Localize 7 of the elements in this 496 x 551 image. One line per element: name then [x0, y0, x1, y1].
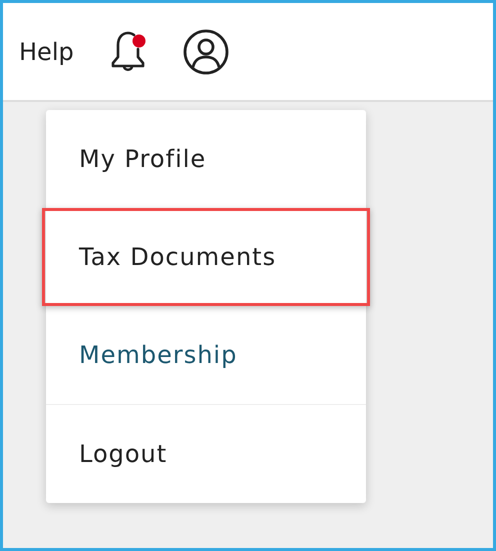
menu-item[interactable]: Membership: [46, 306, 366, 404]
menu-item[interactable]: Logout: [46, 405, 366, 503]
menu-item[interactable]: My Profile: [46, 110, 366, 208]
user-icon: [182, 28, 230, 76]
account-button[interactable]: [182, 28, 230, 76]
help-link[interactable]: Help: [19, 38, 74, 66]
menu-item[interactable]: Tax Documents: [42, 208, 370, 306]
